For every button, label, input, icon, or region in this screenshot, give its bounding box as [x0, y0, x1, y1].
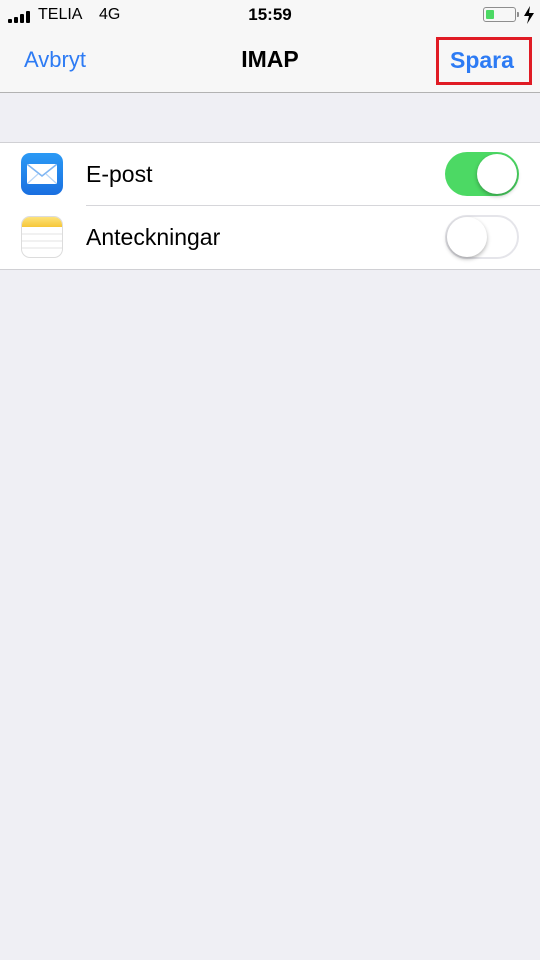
save-button[interactable]: Spara	[450, 47, 514, 74]
battery-level	[486, 10, 494, 19]
navigation-bar: Avbryt IMAP Spara	[0, 30, 540, 93]
notes-icon	[21, 216, 63, 258]
mail-icon	[21, 153, 63, 195]
sync-settings-list: E-post Anteckningar	[0, 142, 540, 270]
battery-icon	[483, 7, 516, 22]
notes-toggle[interactable]	[445, 215, 519, 259]
battery-cap	[517, 12, 519, 17]
list-item-notes: Anteckningar	[0, 206, 540, 269]
toggle-knob	[447, 217, 487, 257]
mail-toggle[interactable]	[445, 152, 519, 196]
toggle-knob	[477, 154, 517, 194]
status-bar: TELIA 4G 15:59	[0, 0, 540, 30]
status-time: 15:59	[248, 5, 292, 24]
charging-bolt-icon	[524, 6, 534, 24]
notes-label: Anteckningar	[86, 224, 221, 250]
list-item-mail: E-post	[0, 143, 540, 206]
mail-label: E-post	[86, 161, 153, 187]
